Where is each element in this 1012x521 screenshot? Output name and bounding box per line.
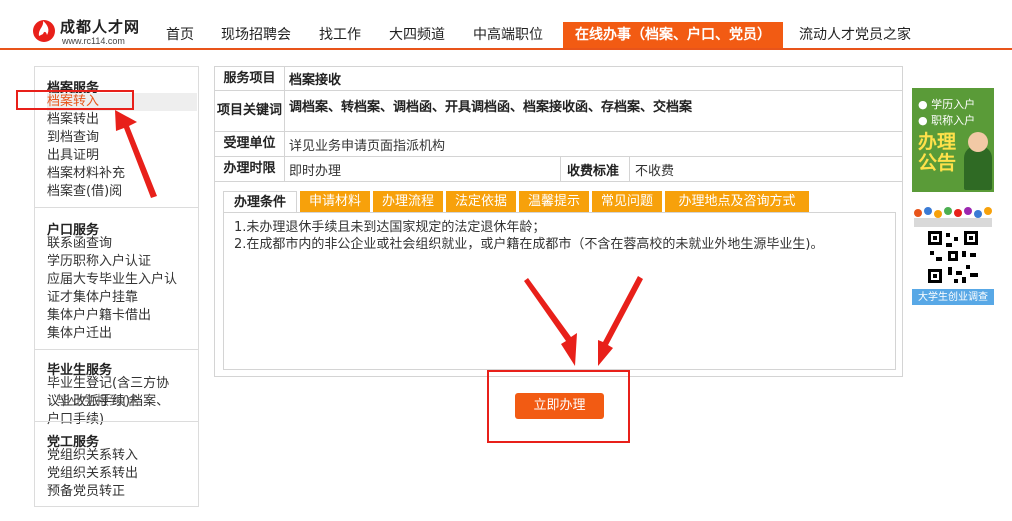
tab-materials[interactable]: 申请材料 [300, 191, 370, 213]
unit-row: 受理单位 详见业务申请页面指派机构 [215, 132, 902, 157]
sidebar-item-party-transfer-in[interactable]: 党组织关系转入 [47, 447, 138, 465]
qr-code-icon [926, 229, 980, 285]
banner-line: ● 职称入户 [918, 114, 976, 127]
banner-caption: 大学生创业调查 [912, 289, 994, 305]
person-face [968, 132, 988, 152]
keywords-label: 项目关键词 [215, 91, 285, 131]
tab-process[interactable]: 办理流程 [373, 191, 443, 213]
sidebar-item-archive-borrow[interactable]: 档案查(借)阅 [47, 183, 122, 201]
tab-legal-basis[interactable]: 法定依据 [446, 191, 516, 213]
sidebar-item-probationary-member[interactable]: 预备党员转正 [47, 483, 125, 501]
startup-survey-banner[interactable]: 大学生创业调查 [912, 205, 994, 305]
logo-flame-icon [33, 20, 55, 42]
service-row: 服务项目 档案接收 [215, 67, 902, 91]
highlight-box-archive-transfer-in [16, 90, 134, 110]
highlight-box-apply-button [487, 370, 630, 443]
nav-senior-positions[interactable]: 中高端职位 [472, 22, 544, 48]
site-logo[interactable]: 成都人才网 www.rc114.com [30, 14, 150, 48]
sidebar-item-household-card-borrow[interactable]: 集体户户籍卡借出 [47, 307, 151, 325]
nav-party-members-home[interactable]: 流动人才党员之家 [797, 22, 913, 48]
logo-url: www.rc114.com [62, 36, 125, 46]
sidebar-divider [35, 207, 198, 208]
tab-content-conditions: 1.未办理退休手续且未到达国家规定的法定退休年龄； 2.在成都市内的非公企业或社… [223, 212, 896, 370]
sidebar: 档案服务 档案转入 档案转出 到档查询 出具证明 档案材料补充 档案查(借)阅 … [34, 66, 199, 507]
sidebar-divider [35, 421, 198, 422]
tab-conditions[interactable]: 办理条件 [223, 191, 297, 213]
time-value: 即时办理 [289, 163, 342, 179]
banner-line: ● 学历入户 [918, 98, 976, 111]
nav-senior-channel[interactable]: 大四频道 [388, 22, 446, 48]
sidebar-item-certificate[interactable]: 出具证明 [47, 147, 99, 165]
condition-item: 2.在成都市内的非公企业或社会组织就业，或户籍在成都市（不含在蓉高校的未就业外地… [234, 237, 824, 252]
site-header: 成都人才网 www.rc114.com 首页 现场招聘会 找工作 大四频道 中高… [0, 0, 1012, 50]
sidebar-item-collective-household[interactable]: 证才集体户挂靠 [47, 289, 138, 307]
sidebar-item-graduate-register[interactable]: 毕业生登记(含三方协 [47, 375, 169, 393]
sidebar-item-degree-certification[interactable]: 学历职称入户认证 [47, 253, 151, 271]
sidebar-item-archive-query[interactable]: 到档查询 [47, 129, 99, 147]
service-label: 服务项目 [215, 67, 285, 90]
service-detail-panel: 服务项目 档案接收 项目关键词 调档案、转档案、调档函、开具调档函、档案接收函、… [214, 66, 903, 377]
nav-online-services[interactable]: 在线办事（档案、户口、党员） [563, 22, 783, 48]
time-fee-row: 办理时限 即时办理 收费标准 不收费 [215, 157, 902, 182]
sidebar-item-graduate-report-overlap[interactable]: 毕业生报到(含 [57, 393, 140, 411]
page: 成都人才网 www.rc114.com 首页 现场招聘会 找工作 大四频道 中高… [0, 0, 1012, 521]
cell-divider [560, 157, 561, 181]
banner-title: 办理公告 [918, 131, 957, 174]
fee-value: 不收费 [635, 163, 675, 179]
sidebar-item-household-move-out[interactable]: 集体户迁出 [47, 325, 112, 343]
cell-divider [629, 157, 630, 181]
service-value: 档案接收 [289, 73, 342, 88]
crowd-illustration [912, 205, 994, 229]
nav-home[interactable]: 首页 [164, 22, 196, 48]
unit-value: 详见业务申请页面指派机构 [289, 138, 446, 154]
keywords-value: 调档案、转档案、调档函、开具调档函、档案接收函、存档案、交档案 [289, 100, 693, 115]
sidebar-item-graduate-household[interactable]: 应届大专毕业生入户认 [47, 271, 177, 289]
sidebar-item-party-transfer-out[interactable]: 党组织关系转出 [47, 465, 138, 483]
tab-location-contact[interactable]: 办理地点及咨询方式 [665, 191, 809, 213]
unit-label: 受理单位 [215, 132, 285, 156]
sidebar-item-archive-supplement[interactable]: 档案材料补充 [47, 165, 125, 183]
logo-name: 成都人才网 [60, 18, 141, 36]
fee-label: 收费标准 [567, 163, 620, 179]
nav-find-job[interactable]: 找工作 [318, 22, 362, 48]
keywords-row: 项目关键词 调档案、转档案、调档函、开具调档函、档案接收函、存档案、交档案 [215, 91, 902, 132]
time-label: 办理时限 [215, 157, 285, 181]
sidebar-divider [35, 349, 198, 350]
sidebar-item-graduate-register-line3[interactable]: 户口手续) [47, 411, 104, 429]
tab-tips[interactable]: 温馨提示 [519, 191, 589, 213]
nav-job-fair[interactable]: 现场招聘会 [220, 22, 292, 48]
person-illustration [964, 146, 992, 190]
household-notice-banner[interactable]: ● 学历入户 ● 职称入户 办理公告 [912, 88, 994, 192]
sidebar-item-letter-query[interactable]: 联系函查询 [47, 235, 112, 253]
sidebar-item-archive-transfer-out[interactable]: 档案转出 [47, 111, 99, 129]
tab-faq[interactable]: 常见问题 [592, 191, 662, 213]
